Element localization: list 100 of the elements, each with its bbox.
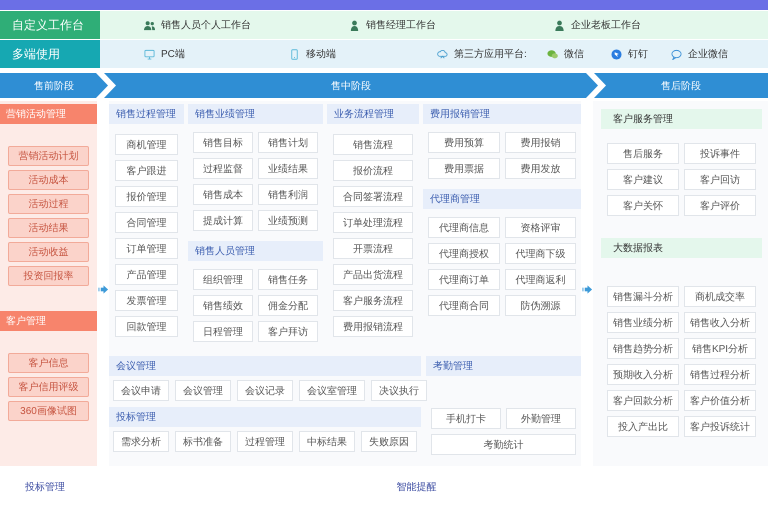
section-header: 费用报销管理 (423, 104, 581, 124)
module-item: 销售KPI分析 (684, 338, 756, 359)
module-item: 决议执行 (371, 380, 427, 401)
module-item: 费用票据 (428, 158, 500, 179)
module-item: 提成计算 (193, 210, 253, 231)
module-item: 代理商合同 (428, 295, 500, 316)
module-item: 客户信息 (8, 353, 89, 373)
module-item: 活动过程 (8, 194, 89, 214)
module-item: 防伪溯源 (504, 295, 576, 316)
section-header: 销售人员管理 (188, 241, 323, 261)
module-item: 考勤统计 (431, 434, 576, 455)
platform-label: 第三方应用平台: (454, 48, 527, 61)
platform-label: 企业微信 (688, 48, 728, 61)
stage-banner: 售中阶段 (104, 73, 598, 98)
module-item: 会议申请 (113, 380, 169, 401)
module-item: 订单管理 (115, 238, 178, 259)
module-item: 商机管理 (115, 134, 178, 155)
module-item: 售后服务 (607, 143, 679, 164)
person-icon (349, 20, 360, 30)
arrow-icon (98, 284, 108, 295)
module-item: 业绩结果 (258, 158, 318, 179)
module-item: 费用发放 (504, 158, 576, 179)
module-item: 合同签署流程 (333, 186, 413, 207)
chat-bubble-icon (671, 48, 682, 60)
cloud-icon (437, 48, 448, 60)
module-item: 发票管理 (115, 290, 178, 311)
module-item: 佣金分配 (258, 295, 318, 316)
chat-bubbles-icon (547, 48, 558, 60)
module-item: 客户价值分析 (684, 390, 756, 411)
module-item: 报价流程 (333, 160, 413, 181)
stage-banner: 售后阶段 (594, 73, 768, 98)
module-item: 回款管理 (115, 316, 178, 337)
module-item: 销售计划 (258, 132, 318, 153)
module-item: 销售成本 (193, 184, 253, 205)
module-item: 中标结果 (299, 431, 355, 452)
module-item: 销售绩效 (193, 295, 253, 316)
module-item: 销售利润 (258, 184, 318, 205)
module-item: 产品管理 (115, 264, 178, 285)
module-item: 客户评价 (684, 195, 756, 216)
module-item: 销售流程 (333, 134, 413, 155)
module-item: 活动收益 (8, 242, 89, 262)
workbench-label: 销售人员个人工作台 (161, 18, 251, 32)
module-item: 销售过程分析 (684, 364, 756, 385)
module-item: 代理商授权 (428, 243, 500, 264)
module-item: 业绩预测 (258, 210, 318, 231)
section-header: 会议管理 (109, 356, 421, 376)
section-header: 考勤管理 (426, 356, 581, 376)
module-item: 投入产出比 (607, 416, 679, 437)
module-item: 费用报销流程 (333, 316, 413, 337)
module-item: 手机打卡 (431, 408, 501, 429)
module-item: 失败原因 (361, 431, 417, 452)
module-item: 报价管理 (115, 186, 178, 207)
module-item: 订单处理流程 (333, 212, 413, 233)
section-header: 客户服务管理 (601, 109, 762, 129)
module-item: 合同管理 (115, 212, 178, 233)
platform-label: 移动端 (306, 48, 336, 61)
workbench-label: 企业老板工作台 (571, 18, 641, 32)
platform-label: PC端 (161, 48, 185, 61)
module-item: 标书准备 (175, 431, 231, 452)
row-label: 自定义工作台 (0, 11, 100, 39)
section-header: 营销活动管理 (0, 104, 97, 124)
circle-logo-icon (611, 48, 622, 60)
platform-label: 钉钉 (628, 48, 648, 61)
module-item: 预期收入分析 (607, 364, 679, 385)
section-header: 客户管理 (0, 311, 97, 331)
module-item: 营销活动计划 (8, 146, 89, 166)
module-item: 活动成本 (8, 170, 89, 190)
phone-icon (289, 48, 300, 60)
module-item: 会议管理 (175, 380, 231, 401)
module-item: 过程管理 (237, 431, 293, 452)
people-icon (144, 20, 155, 30)
module-item: 客户拜访 (258, 321, 318, 342)
section-header: 业务流程管理 (327, 104, 419, 124)
section-header: 销售过程管理 (109, 104, 184, 124)
module-item: 客户回访 (684, 169, 756, 190)
arrow-icon (582, 284, 592, 295)
platform-label: 微信 (564, 48, 584, 61)
module-item: 销售趋势分析 (607, 338, 679, 359)
module-item: 需求分析 (113, 431, 169, 452)
module-item: 商机成交率 (684, 286, 756, 307)
workbench-label: 销售经理工作台 (366, 18, 436, 32)
module-item: 投资回报率 (8, 266, 89, 286)
module-item: 客户跟进 (115, 160, 178, 181)
module-item: 外勤管理 (506, 408, 576, 429)
module-item: 销售任务 (258, 269, 318, 290)
module-item: 客户回款分析 (607, 390, 679, 411)
module-item: 客户服务流程 (333, 290, 413, 311)
module-item: 会议记录 (237, 380, 293, 401)
module-item: 产品出货流程 (333, 264, 413, 285)
section-header: 代理商管理 (423, 189, 581, 209)
module-item: 日程管理 (193, 321, 253, 342)
monitor-icon (144, 48, 155, 60)
module-item: 客户建议 (607, 169, 679, 190)
module-item: 开票流程 (333, 238, 413, 259)
module-item: 销售业绩分析 (607, 312, 679, 333)
module-item: 费用预算 (428, 132, 500, 153)
module-item: 会议室管理 (299, 380, 365, 401)
module-item: 费用报销 (504, 132, 576, 153)
module-item: 客户关怀 (607, 195, 679, 216)
module-item: 销售目标 (193, 132, 253, 153)
